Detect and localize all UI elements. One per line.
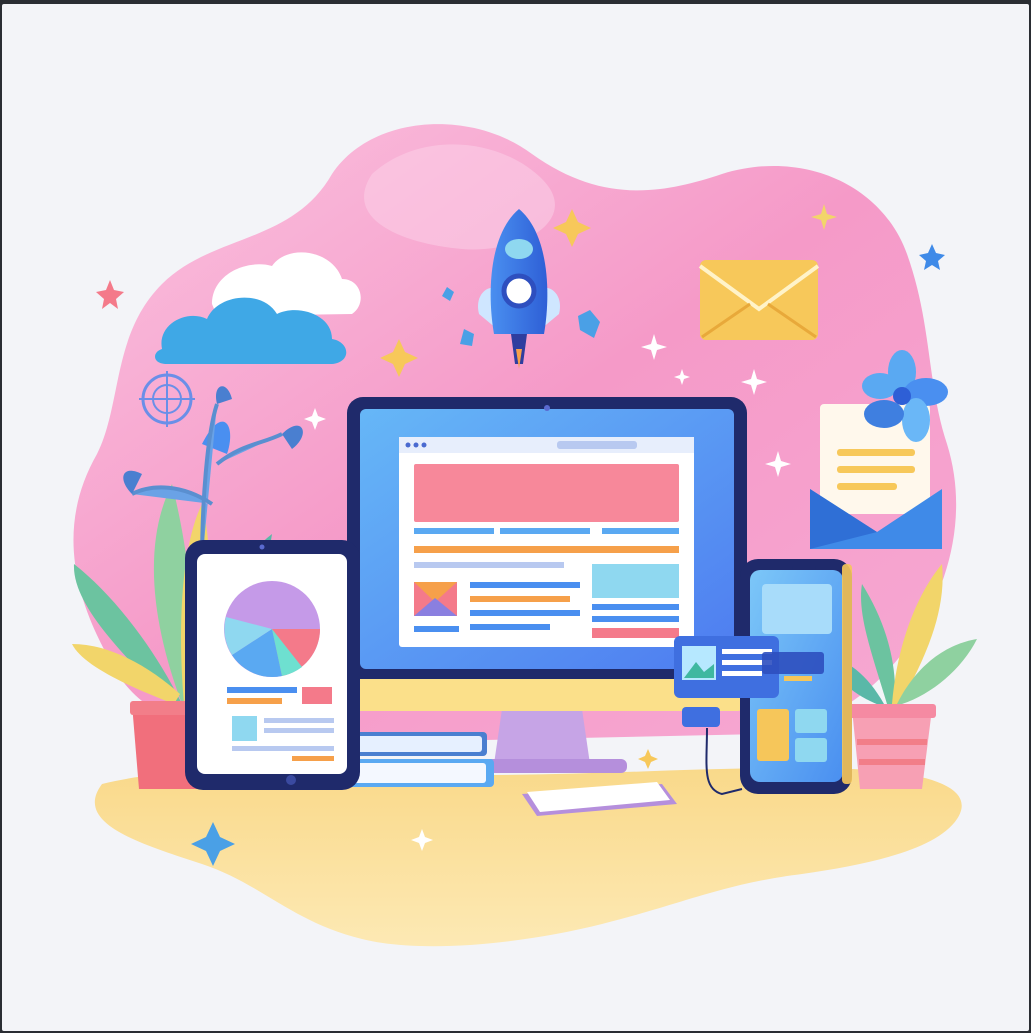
monitor-stand <box>494 709 590 764</box>
books-icon <box>342 732 494 787</box>
pie-chart-icon <box>224 581 321 677</box>
illustration-canvas <box>2 4 1029 1031</box>
web-devices-illustration <box>72 124 977 947</box>
mail-envelope-icon <box>698 260 820 340</box>
tablet-icon <box>185 540 360 790</box>
